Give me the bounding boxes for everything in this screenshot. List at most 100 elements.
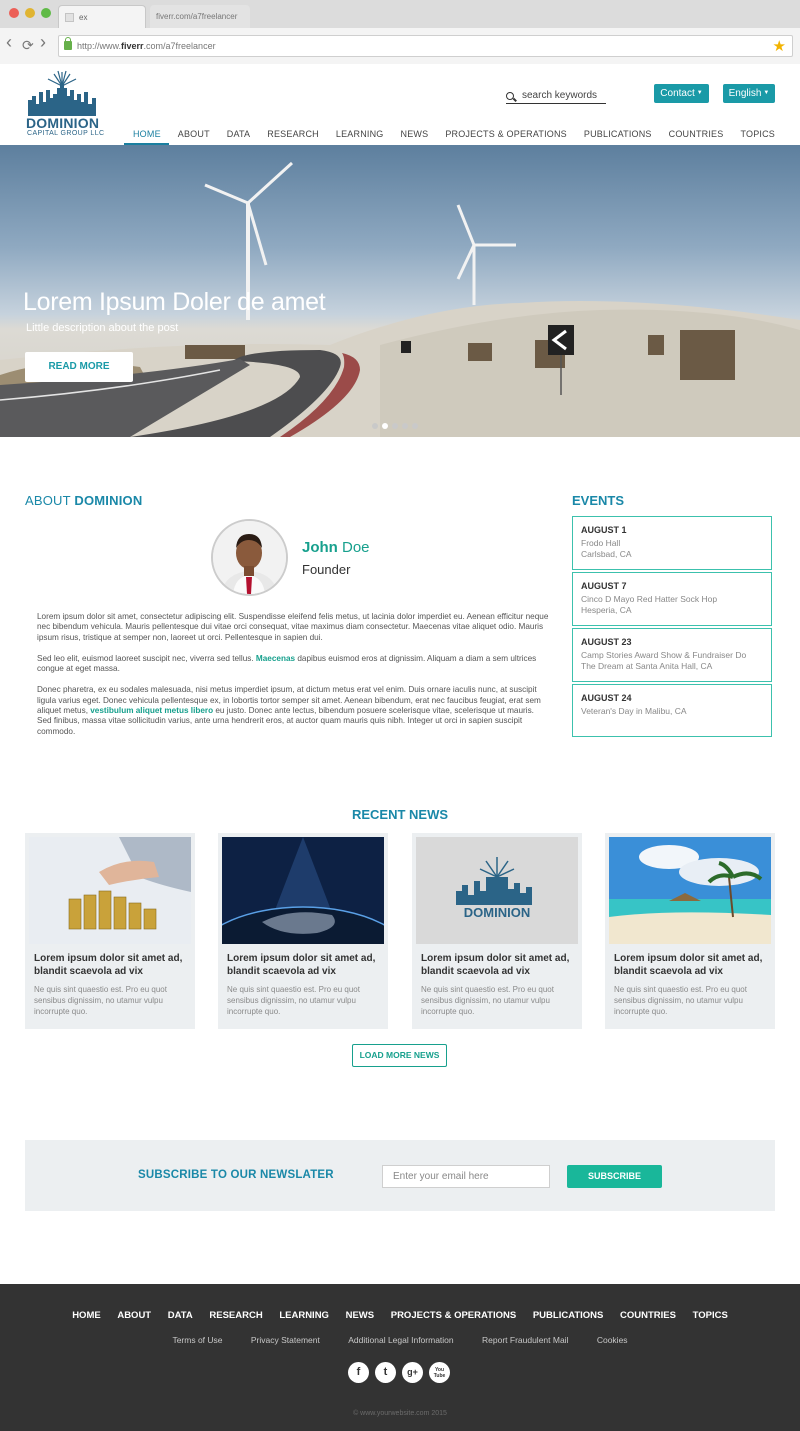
event-card[interactable]: AUGUST 24 Veteran's Day in Malibu, CA — [572, 684, 772, 737]
news-card-excerpt: Ne quis sint quaestio est. Pro eu quot s… — [421, 985, 554, 1016]
highlight-link[interactable]: vestibulum aliquet metus libero — [90, 706, 213, 715]
about-body: Lorem ipsum dolor sit amet, consectetur … — [37, 612, 549, 748]
news-card-title[interactable]: Lorem ipsum dolor sit amet ad, blandit s… — [34, 952, 189, 978]
footer-link[interactable]: RESEARCH — [209, 1310, 262, 1321]
youtube-icon[interactable]: You Tube — [429, 1362, 450, 1383]
address-bar[interactable]: http://www.fiverr.com/a7freelancer ★ — [58, 35, 793, 57]
logo-mockup-text: DOMINION — [464, 905, 530, 920]
nav-item-publications[interactable]: PUBLICATIONS — [575, 129, 660, 145]
slider-dot[interactable] — [372, 423, 378, 429]
highlight-link[interactable]: Maecenas — [256, 654, 295, 663]
search-field[interactable]: search keywords — [506, 90, 606, 104]
footer-link[interactable]: TOPICS — [693, 1310, 728, 1321]
about-paragraph: Donec pharetra, ex eu sodales malesuada,… — [37, 685, 549, 736]
bookmark-star-icon[interactable]: ★ — [773, 37, 786, 55]
founder-portrait-image — [213, 521, 286, 594]
slider-dot[interactable] — [402, 423, 408, 429]
nav-item-news[interactable]: NEWS — [392, 129, 437, 145]
url-prefix: http://www. — [77, 41, 122, 51]
search-icon[interactable] — [506, 92, 514, 100]
event-location: Carlsbad, CA — [581, 549, 632, 559]
browser-tab-active[interactable]: ex — [58, 5, 146, 28]
event-location: The Dream at Santa Anita Hall, CA — [581, 661, 713, 671]
search-input[interactable]: search keywords — [522, 90, 597, 101]
language-dropdown-button[interactable]: English ▼ — [723, 84, 775, 103]
about-title-light: ABOUT — [25, 493, 75, 508]
url-suffix: .com/a7freelancer — [143, 41, 216, 51]
footer-link[interactable]: LEARNING — [279, 1310, 329, 1321]
nav-item-home[interactable]: HOME — [124, 129, 170, 145]
nav-item-projects[interactable]: PROJECTS & OPERATIONS — [437, 129, 576, 145]
events-section-title: EVENTS — [572, 493, 625, 508]
recent-news-title: RECENT NEWS — [351, 807, 449, 822]
legal-link-cookies[interactable]: Cookies — [597, 1335, 628, 1345]
email-field[interactable]: Enter your email here — [382, 1165, 550, 1188]
browser-toolbar: ‹ ⟳ › http://www.fiverr.com/a7freelancer… — [0, 28, 800, 64]
site-logo[interactable]: DOMINION CAPITAL GROUP LLC — [26, 70, 104, 142]
tab-title: ex — [79, 13, 88, 22]
nav-item-data[interactable]: DATA — [218, 129, 258, 145]
news-thumbnail-logo-mockup: DOMINION — [416, 837, 578, 944]
footer-link[interactable]: ABOUT — [117, 1310, 151, 1321]
news-card-title[interactable]: Lorem ipsum dolor sit amet ad, blandit s… — [421, 952, 576, 978]
legal-link-additional[interactable]: Additional Legal Information — [348, 1335, 453, 1345]
maximize-window-button[interactable] — [41, 8, 51, 18]
footer-link[interactable]: NEWS — [346, 1310, 375, 1321]
news-card[interactable]: Lorem ipsum dolor sit amet ad, blandit s… — [605, 833, 775, 1029]
legal-link-report-mail[interactable]: Report Fraudulent Mail — [482, 1335, 568, 1345]
language-label: English — [728, 88, 762, 100]
google-plus-icon[interactable]: g+ — [402, 1362, 423, 1383]
footer-link[interactable]: PROJECTS & OPERATIONS — [391, 1310, 516, 1321]
load-more-news-button[interactable]: LOAD MORE NEWS — [352, 1044, 447, 1067]
nav-item-learning[interactable]: LEARNING — [327, 129, 392, 145]
news-card[interactable]: Lorem ipsum dolor sit amet ad, blandit s… — [25, 833, 195, 1029]
slider-dot[interactable] — [412, 423, 418, 429]
contact-dropdown-button[interactable]: Contact ▼ — [654, 84, 709, 103]
read-more-button[interactable]: READ MORE — [25, 352, 133, 382]
footer-link[interactable]: PUBLICATIONS — [533, 1310, 604, 1321]
tab-bar: ex fiverr.com/a7freelancer — [0, 0, 800, 28]
legal-link-privacy[interactable]: Privacy Statement — [251, 1335, 320, 1345]
founder-role: Founder — [302, 562, 351, 577]
newsletter-title: SUBSCRIBE TO OUR NEWSLATER — [138, 1169, 334, 1181]
minimize-window-button[interactable] — [25, 8, 35, 18]
event-venue: Frodo Hall — [581, 538, 621, 548]
about-paragraph: Lorem ipsum dolor sit amet, consectetur … — [37, 612, 549, 642]
browser-tab-second[interactable]: fiverr.com/a7freelancer — [150, 5, 250, 28]
event-card[interactable]: AUGUST 7 Cinco D Mayo Red Hatter Sock Ho… — [572, 572, 772, 626]
hero-description: Little description about the post — [26, 322, 179, 334]
footer-link[interactable]: COUNTRIES — [620, 1310, 676, 1321]
chevron-down-icon: ▼ — [763, 90, 770, 96]
news-card-title[interactable]: Lorem ipsum dolor sit amet ad, blandit s… — [614, 952, 769, 978]
news-thumbnail-coins — [29, 837, 191, 944]
about-title-bold: DOMINION — [74, 493, 143, 508]
facebook-icon[interactable]: f — [348, 1362, 369, 1383]
slider-dot[interactable] — [392, 423, 398, 429]
event-card[interactable]: AUGUST 23 Camp Stories Award Show & Fund… — [572, 628, 772, 682]
reload-icon[interactable]: ⟳ — [22, 37, 34, 53]
event-date: AUGUST 24 — [581, 693, 632, 703]
news-card[interactable]: Lorem ipsum dolor sit amet ad, blandit s… — [218, 833, 388, 1029]
nav-item-topics[interactable]: TOPICS — [732, 129, 775, 145]
footer-link[interactable]: HOME — [72, 1310, 101, 1321]
nav-item-research[interactable]: RESEARCH — [259, 129, 328, 145]
main-navigation: HOME ABOUT DATA RESEARCH LEARNING NEWS P… — [124, 129, 775, 145]
subscribe-button[interactable]: SUBSCRIBE — [567, 1165, 662, 1188]
contact-label: Contact — [660, 88, 695, 100]
close-window-button[interactable] — [9, 8, 19, 18]
logo-wordmark: DOMINION — [26, 115, 100, 131]
news-card-title[interactable]: Lorem ipsum dolor sit amet ad, blandit s… — [227, 952, 382, 978]
event-card[interactable]: AUGUST 1 Frodo Hall Carlsbad, CA — [572, 516, 772, 570]
footer-link[interactable]: DATA — [168, 1310, 193, 1321]
nav-item-about[interactable]: ABOUT — [169, 129, 218, 145]
site-footer: HOME ABOUT DATA RESEARCH LEARNING NEWS P… — [0, 1284, 800, 1431]
news-card-excerpt: Ne quis sint quaestio est. Pro eu quot s… — [227, 985, 360, 1016]
slider-dot-active[interactable] — [382, 423, 388, 429]
twitter-icon[interactable]: t — [375, 1362, 396, 1383]
news-card-excerpt: Ne quis sint quaestio est. Pro eu quot s… — [34, 985, 167, 1016]
nav-item-countries[interactable]: COUNTRIES — [660, 129, 732, 145]
forward-icon[interactable]: › — [40, 33, 46, 51]
news-card[interactable]: DOMINION Lorem ipsum dolor sit amet ad, … — [412, 833, 582, 1029]
legal-link-terms[interactable]: Terms of Use — [172, 1335, 222, 1345]
back-icon[interactable]: ‹ — [6, 33, 12, 51]
